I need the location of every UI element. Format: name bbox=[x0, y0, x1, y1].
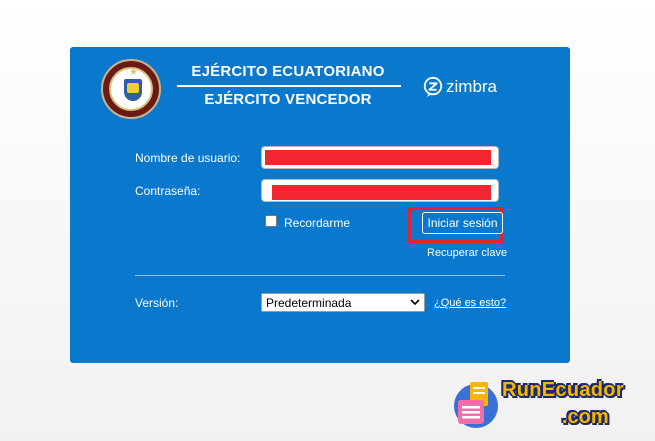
header-title-line1: EJÉRCITO ECUATORIANO bbox=[191, 63, 385, 80]
remember-checkbox[interactable] bbox=[265, 215, 277, 227]
runecuador-watermark: RunEcuador .com bbox=[452, 378, 655, 441]
login-button[interactable]: Iniciar sesión bbox=[422, 212, 503, 234]
version-select-value: Predeterminada bbox=[266, 295, 352, 310]
redacted-password bbox=[272, 185, 491, 200]
header-divider bbox=[177, 85, 401, 87]
recover-password-link[interactable]: Recuperar clave bbox=[427, 247, 507, 259]
redacted-username bbox=[265, 150, 491, 165]
password-input[interactable] bbox=[261, 179, 499, 202]
username-label: Nombre de usuario: bbox=[135, 151, 241, 165]
watermark-text-line2: .com bbox=[562, 406, 609, 428]
whats-this-link[interactable]: ¿Qué es esto? bbox=[434, 297, 506, 309]
login-panel: ★ EJÉRCITO ECUATORIANO EJÉRCITO VENCEDOR… bbox=[70, 47, 570, 363]
version-select[interactable]: Predeterminada bbox=[261, 293, 425, 312]
zimbra-brand-text: zimbra bbox=[446, 77, 498, 96]
username-input[interactable] bbox=[261, 146, 499, 169]
chevron-down-icon bbox=[410, 299, 420, 306]
army-emblem-icon: ★ bbox=[101, 59, 161, 119]
zimbra-icon bbox=[423, 76, 443, 98]
password-label: Contraseña: bbox=[135, 184, 201, 198]
zimbra-logo: zimbra bbox=[422, 75, 497, 99]
header-title-line2: EJÉRCITO VENCEDOR bbox=[204, 91, 372, 108]
version-label: Versión: bbox=[135, 296, 179, 310]
documents-icon bbox=[454, 382, 498, 428]
remember-label[interactable]: Recordarme bbox=[284, 216, 350, 230]
watermark-text-line1: RunEcuador bbox=[502, 379, 624, 401]
form-divider bbox=[135, 275, 505, 276]
